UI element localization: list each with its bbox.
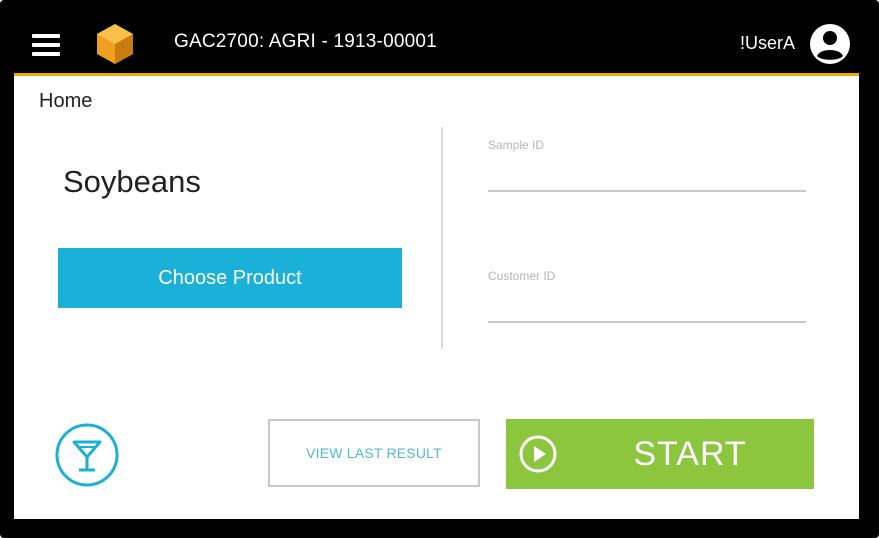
sample-id-input[interactable] [488, 172, 806, 192]
start-button[interactable]: START [506, 419, 814, 489]
customer-id-label: Customer ID [488, 269, 556, 283]
customer-id-field: Customer ID [488, 269, 806, 323]
vertical-divider [441, 127, 443, 349]
sample-id-field: Sample ID [488, 138, 806, 192]
cube-logo-icon [97, 24, 133, 64]
cocktail-glass-icon[interactable] [54, 422, 120, 488]
sample-id-label: Sample ID [488, 138, 545, 152]
hamburger-menu-icon[interactable] [32, 34, 62, 56]
top-bar: GAC2700: AGRI - 1913-00001 !UserA [14, 12, 859, 76]
user-account-icon[interactable] [809, 23, 851, 65]
username-label: !UserA [739, 33, 795, 53]
customer-id-input[interactable] [488, 303, 806, 323]
breadcrumb: Home [39, 90, 93, 112]
app-screen: GAC2700: AGRI - 1913-00001 !UserA Home S… [14, 12, 859, 519]
view-last-result-button[interactable]: VIEW LAST RESULT [268, 419, 480, 487]
product-name: Soybeans [63, 164, 201, 199]
choose-product-button[interactable]: Choose Product [58, 248, 402, 308]
device-frame: GAC2700: AGRI - 1913-00001 !UserA Home S… [0, 0, 879, 538]
start-label: START [633, 434, 747, 473]
app-title: GAC2700: AGRI - 1913-00001 [174, 31, 437, 52]
